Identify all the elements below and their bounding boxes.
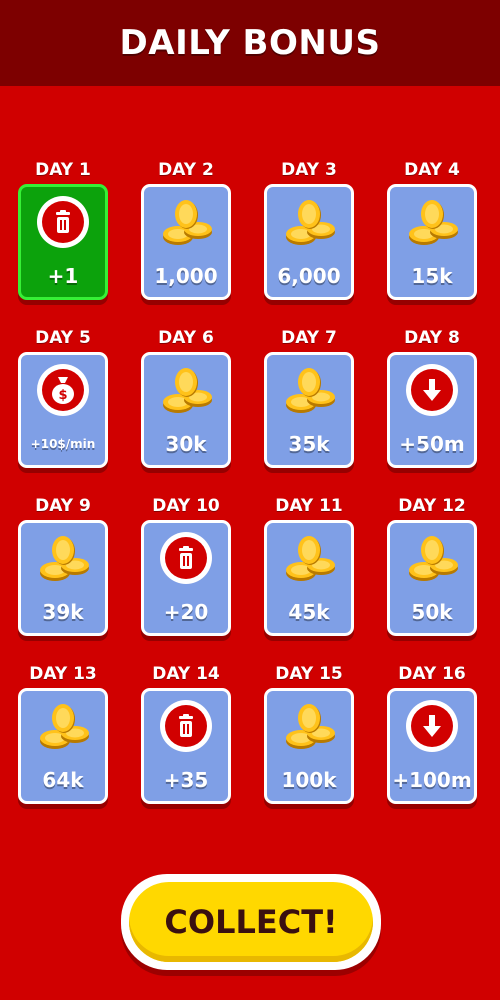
coins-icon: [279, 367, 339, 421]
day-label: DAY 6: [158, 328, 214, 348]
day-label: DAY 2: [158, 160, 214, 180]
coins-icon: [279, 703, 339, 757]
reward-amount: +100m: [392, 768, 472, 792]
trash-icon: [160, 700, 212, 752]
day-cell-8: DAY 8 +50m: [387, 324, 477, 478]
reward-card[interactable]: $ +10$/min: [18, 352, 108, 468]
reward-amount: 30k: [165, 432, 207, 456]
day-cell-7: DAY 7 35k: [264, 324, 354, 478]
coins-icon: [279, 199, 339, 253]
coins-icon: [156, 199, 216, 253]
day-cell-15: DAY 15 100k: [264, 660, 354, 814]
reward-card[interactable]: +100m: [387, 688, 477, 804]
arrow-down-icon: [406, 700, 458, 752]
day-label: DAY 8: [404, 328, 460, 348]
collect-button[interactable]: COLLECT!: [129, 882, 373, 962]
day-cell-5: DAY 5 $ +10$/min: [18, 324, 108, 478]
reward-card[interactable]: 6,000: [264, 184, 354, 300]
day-label: DAY 12: [398, 496, 466, 516]
day-cell-1: DAY 1 +1: [18, 156, 108, 310]
day-label: DAY 11: [275, 496, 343, 516]
reward-card[interactable]: 45k: [264, 520, 354, 636]
reward-card[interactable]: 64k: [18, 688, 108, 804]
coins-icon: [402, 535, 462, 589]
day-cell-6: DAY 6 30k: [141, 324, 231, 478]
coins-icon: [279, 535, 339, 589]
day-cell-10: DAY 10 +20: [141, 492, 231, 646]
reward-amount: 1,000: [154, 264, 218, 288]
reward-amount: 45k: [288, 600, 330, 624]
collect-button-frame: COLLECT!: [121, 874, 381, 970]
reward-amount: +1: [47, 264, 79, 288]
reward-card[interactable]: 35k: [264, 352, 354, 468]
reward-card[interactable]: 50k: [387, 520, 477, 636]
day-label: DAY 3: [281, 160, 337, 180]
day-label: DAY 14: [152, 664, 220, 684]
reward-card[interactable]: +1: [18, 184, 108, 300]
coins-icon: [33, 535, 93, 589]
day-label: DAY 9: [35, 496, 91, 516]
reward-amount: 64k: [42, 768, 84, 792]
reward-card[interactable]: 100k: [264, 688, 354, 804]
day-label: DAY 1: [35, 160, 91, 180]
day-cell-4: DAY 4 15k: [387, 156, 477, 310]
coins-icon: [156, 367, 216, 421]
reward-card[interactable]: 15k: [387, 184, 477, 300]
reward-card[interactable]: +50m: [387, 352, 477, 468]
trash-icon: [160, 532, 212, 584]
day-label: DAY 13: [29, 664, 97, 684]
day-label: DAY 10: [152, 496, 220, 516]
header-bar: DAILY BONUS: [0, 0, 500, 86]
day-cell-16: DAY 16 +100m: [387, 660, 477, 814]
day-label: DAY 15: [275, 664, 343, 684]
trash-icon: [37, 196, 89, 248]
reward-amount: +35: [163, 768, 209, 792]
day-cell-3: DAY 3 6,000: [264, 156, 354, 310]
reward-amount: 39k: [42, 600, 84, 624]
money-bag-icon: $: [37, 364, 89, 416]
page-title: DAILY BONUS: [119, 23, 381, 63]
reward-amount: 100k: [281, 768, 337, 792]
day-cell-9: DAY 9 39k: [18, 492, 108, 646]
reward-card[interactable]: 1,000: [141, 184, 231, 300]
day-cell-12: DAY 12 50k: [387, 492, 477, 646]
reward-card[interactable]: +20: [141, 520, 231, 636]
reward-amount: +20: [163, 600, 209, 624]
reward-card[interactable]: 39k: [18, 520, 108, 636]
reward-amount: 50k: [411, 600, 453, 624]
daily-bonus-grid: DAY 1 +1 DAY 2 1,000 DAY 3 6,000 DAY 4 1…: [18, 156, 482, 814]
reward-amount: 15k: [411, 264, 453, 288]
reward-card[interactable]: 30k: [141, 352, 231, 468]
reward-amount: +10$/min: [30, 437, 96, 451]
coins-icon: [33, 703, 93, 757]
day-label: DAY 4: [404, 160, 460, 180]
svg-text:$: $: [58, 388, 67, 403]
day-cell-13: DAY 13 64k: [18, 660, 108, 814]
day-cell-11: DAY 11 45k: [264, 492, 354, 646]
day-label: DAY 16: [398, 664, 466, 684]
reward-card[interactable]: +35: [141, 688, 231, 804]
day-label: DAY 7: [281, 328, 337, 348]
reward-amount: 35k: [288, 432, 330, 456]
coins-icon: [402, 199, 462, 253]
arrow-down-icon: [406, 364, 458, 416]
reward-amount: +50m: [399, 432, 465, 456]
day-cell-2: DAY 2 1,000: [141, 156, 231, 310]
day-cell-14: DAY 14 +35: [141, 660, 231, 814]
reward-amount: 6,000: [277, 264, 341, 288]
day-label: DAY 5: [35, 328, 91, 348]
